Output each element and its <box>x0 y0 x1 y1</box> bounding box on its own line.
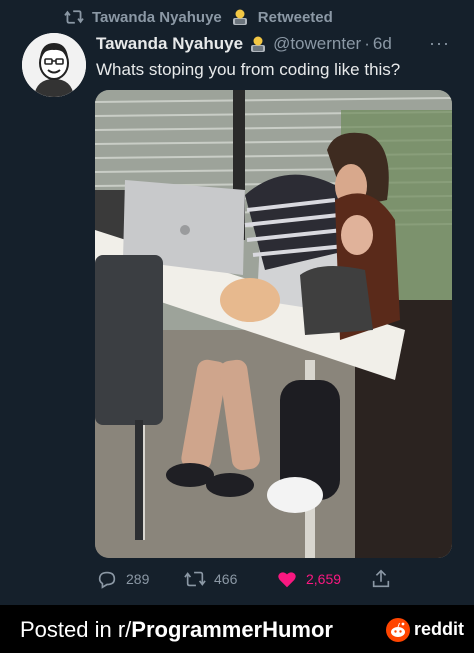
author-handle[interactable]: @towernter <box>273 34 361 54</box>
retweet-button[interactable]: 466 <box>184 566 237 592</box>
reddit-wordmark: reddit <box>414 619 465 639</box>
tweet-time[interactable]: 6d <box>373 34 392 54</box>
developer-badge-icon <box>251 36 266 52</box>
reply-count: 289 <box>126 571 150 587</box>
retweet-count: 466 <box>214 571 238 587</box>
developer-badge-icon <box>232 9 247 25</box>
avatar-illustration <box>22 33 86 97</box>
tweet-text: Whats stoping you from coding like this? <box>96 60 401 79</box>
reply-button[interactable]: 289 <box>96 566 149 592</box>
avatar[interactable] <box>22 33 86 97</box>
posted-in-prefix: Posted in r/ <box>20 617 132 642</box>
reddit-footer: Posted in r/ProgrammerHumor reddit <box>0 605 474 653</box>
tweet-photo[interactable] <box>95 90 452 558</box>
retweeter-name[interactable]: Tawanda Nyahuye <box>92 9 222 26</box>
subreddit-name[interactable]: ProgrammerHumor <box>131 617 333 642</box>
tweet-actions: 289 466 2,659 <box>96 566 396 592</box>
retweet-icon <box>184 571 206 587</box>
retweet-icon <box>64 10 84 24</box>
reddit-logo-icon <box>386 618 410 642</box>
heart-icon <box>278 572 296 588</box>
tweet-header: Tawanda Nyahuye @towernter · 6d ··· <box>96 33 454 55</box>
share-button[interactable] <box>370 566 392 592</box>
photo-illustration <box>95 90 452 558</box>
separator-dot: · <box>364 34 370 53</box>
like-button[interactable]: 2,659 <box>276 566 341 592</box>
posted-in-text: Posted in r/ProgrammerHumor <box>20 617 333 643</box>
retweeted-label: Retweeted <box>257 8 333 26</box>
reply-icon <box>98 571 116 589</box>
retweet-indicator: Tawanda Nyahuye Retweeted <box>64 6 333 28</box>
more-options-icon[interactable]: ··· <box>429 33 450 54</box>
like-count: 2,659 <box>306 571 342 587</box>
author-name[interactable]: Tawanda Nyahuye <box>96 34 243 54</box>
share-icon <box>372 569 390 588</box>
